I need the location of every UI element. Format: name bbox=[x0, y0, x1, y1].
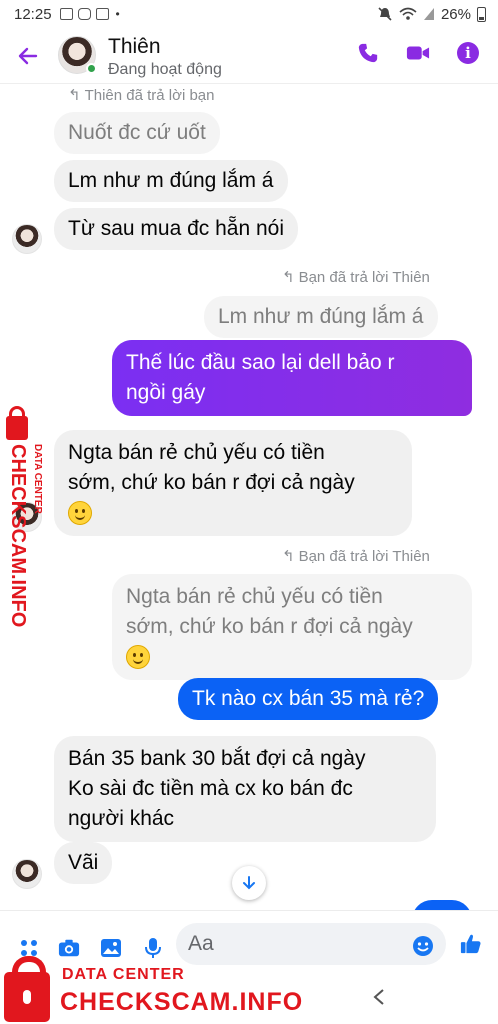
instagram-notification-icon bbox=[77, 8, 91, 20]
watermark-line1: DATA CENTER bbox=[62, 966, 185, 983]
watermark-bottom: DATA CENTER CHECKSCAM.INFO bbox=[0, 956, 498, 1024]
battery-icon bbox=[477, 6, 486, 22]
reply-note: ↰ Bạn đã trả lời Thiên bbox=[282, 269, 430, 286]
incoming-message[interactable]: Từ sau mua đc hẵn nói bbox=[54, 208, 299, 250]
wifi-icon bbox=[399, 7, 417, 20]
reply-arrow-icon: ↰ bbox=[282, 548, 295, 565]
smile-emoji-icon bbox=[126, 645, 150, 670]
gallery-notification-icon bbox=[59, 8, 73, 20]
quoted-message[interactable]: Ngta bán rẻ chủ yếu có tiền sớm, chứ ko … bbox=[112, 574, 472, 680]
reply-note: ↰ Bạn đã trả lời Thiên bbox=[282, 548, 430, 565]
scroll-down-icon[interactable] bbox=[232, 866, 266, 900]
status-bar: 12:25 • 26% bbox=[0, 0, 498, 28]
quoted-message[interactable]: Lm như m đúng lắm á bbox=[204, 296, 438, 338]
incoming-message[interactable]: Lm như m đúng lắm á bbox=[54, 160, 288, 202]
battery-percent: 26% bbox=[440, 5, 471, 23]
signal-icon bbox=[423, 8, 434, 20]
message-thread[interactable]: ↰ Thiên đã trả lời bạn Nuốt đc cứ uốt Lm … bbox=[0, 84, 498, 910]
outgoing-message-peek bbox=[412, 900, 472, 910]
camera-icon[interactable] bbox=[58, 937, 80, 959]
status-dot: • bbox=[115, 7, 120, 21]
contact-avatar-small[interactable] bbox=[12, 859, 42, 889]
info-icon[interactable]: i bbox=[456, 40, 480, 66]
gallery-icon[interactable] bbox=[100, 937, 122, 959]
incoming-message[interactable]: Vãi bbox=[54, 842, 113, 884]
contact-avatar-small[interactable] bbox=[12, 224, 42, 254]
reply-note: ↰ Thiên đã trả lời bạn bbox=[68, 87, 215, 104]
status-time: 12:25 bbox=[14, 5, 52, 23]
incoming-message[interactable]: Bán 35 bank 30 bắt đợi cả ngày Ko sài đc… bbox=[54, 736, 436, 842]
reply-arrow-icon: ↰ bbox=[282, 269, 295, 286]
online-indicator bbox=[86, 63, 97, 74]
video-icon[interactable] bbox=[406, 40, 430, 66]
app-notification-icon bbox=[95, 8, 109, 20]
smile-emoji-icon bbox=[68, 501, 92, 526]
incoming-message[interactable]: Ngta bán rẻ chủ yếu có tiền sớm, chứ ko … bbox=[54, 430, 412, 536]
mic-icon[interactable] bbox=[142, 937, 164, 959]
watermark-side: DATA CENTER CHECKSCAM.INFO bbox=[2, 404, 58, 644]
outgoing-message[interactable]: Tk nào cx bán 35 mà rẻ? bbox=[178, 678, 439, 720]
mute-icon bbox=[378, 7, 392, 21]
watermark-side-large: CHECKSCAM.INFO bbox=[7, 444, 29, 628]
back-arrow-icon[interactable] bbox=[16, 40, 42, 70]
phone-icon[interactable] bbox=[356, 40, 380, 66]
emoji-icon[interactable] bbox=[412, 935, 434, 957]
lock-logo-icon bbox=[6, 406, 28, 440]
contact-status: Đang hoạt động bbox=[108, 61, 222, 78]
watermark-line2: CHECKSCAM.INFO bbox=[60, 988, 304, 1016]
conversation-header: Thiên Đang hoạt động i bbox=[0, 28, 498, 84]
contact-name[interactable]: Thiên bbox=[108, 35, 161, 59]
lock-logo-icon bbox=[4, 956, 50, 1022]
outgoing-message[interactable]: Thế lúc đầu sao lại dell bảo r ngồi gáy bbox=[112, 340, 472, 416]
system-back-icon[interactable] bbox=[372, 988, 386, 1012]
watermark-side-small: DATA CENTER bbox=[32, 444, 43, 514]
reply-arrow-icon: ↰ bbox=[68, 87, 81, 104]
like-icon[interactable] bbox=[460, 933, 482, 955]
quoted-message[interactable]: Nuốt đc cứ uốt bbox=[54, 112, 220, 154]
